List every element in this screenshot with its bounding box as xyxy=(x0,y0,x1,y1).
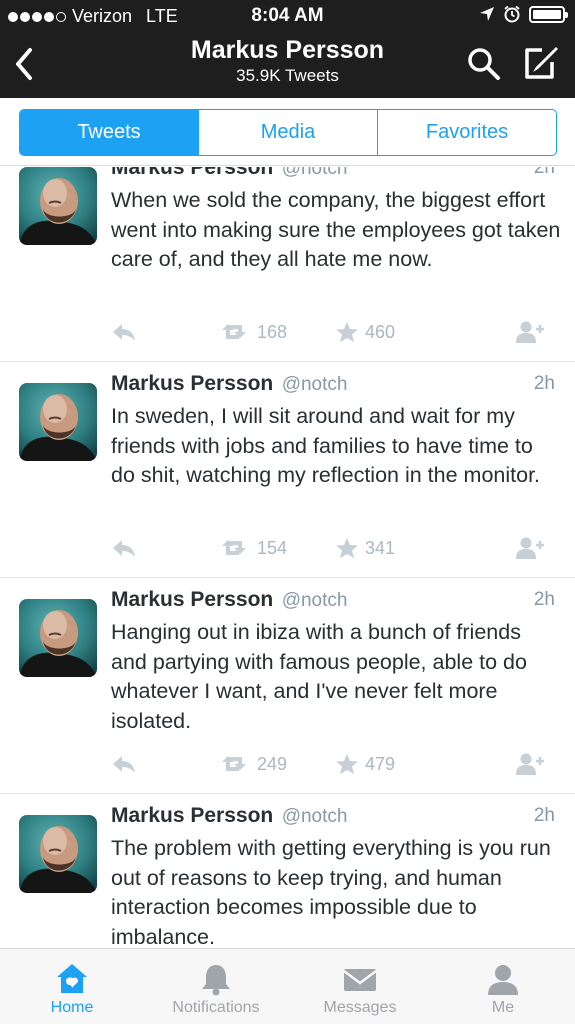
profile-tabs-bar: Tweets Media Favorites xyxy=(0,98,575,166)
tweet-timestamp: 2h xyxy=(533,589,555,610)
retweet-count: 154 xyxy=(257,537,288,558)
tweet-actions: 154 341 xyxy=(111,534,551,562)
follow-button[interactable] xyxy=(515,318,545,346)
tweet-header: Markus Persson @notch 2h xyxy=(111,804,555,832)
envelope-icon xyxy=(343,969,377,991)
tab-me[interactable]: Me xyxy=(463,949,543,1024)
author-handle: @notch xyxy=(281,374,348,395)
tab-tweets[interactable]: Tweets xyxy=(20,110,199,155)
favorite-count: 341 xyxy=(365,537,396,558)
status-bar: Verizon LTE 8:04 AM xyxy=(0,0,575,32)
author-name[interactable]: Markus Persson xyxy=(111,588,273,611)
retweet-icon xyxy=(222,756,246,771)
favorite-button[interactable]: 460 xyxy=(335,318,395,346)
bell-icon xyxy=(202,965,230,996)
favorite-count: 479 xyxy=(365,753,396,774)
tweet-header: Markus Persson @notch 2h xyxy=(111,372,555,400)
search-icon[interactable] xyxy=(466,46,502,82)
favorite-button[interactable]: 479 xyxy=(335,750,395,778)
author-handle: @notch xyxy=(281,590,348,611)
avatar[interactable] xyxy=(19,815,97,893)
author-name[interactable]: Markus Persson xyxy=(111,804,273,827)
tab-favorites-label: Favorites xyxy=(425,121,509,143)
tab-messages-label: Messages xyxy=(323,999,397,1016)
favorite-count: 460 xyxy=(365,321,396,342)
retweet-button[interactable]: 249 xyxy=(221,750,287,778)
reply-icon xyxy=(113,540,135,557)
author-handle: @notch xyxy=(281,806,348,827)
tweet-item[interactable]: Markus Persson @notch 2h When we sold th… xyxy=(0,167,575,362)
star-icon xyxy=(336,754,358,774)
add-user-icon xyxy=(516,753,544,775)
follow-button[interactable] xyxy=(515,534,545,562)
retweet-icon xyxy=(222,324,246,339)
follow-button[interactable] xyxy=(515,750,545,778)
navigation-header: Verizon LTE 8:04 AM Markus Persson 35.9K… xyxy=(0,0,575,98)
tab-messages[interactable]: Messages xyxy=(310,949,410,1024)
tab-notifications-label: Notifications xyxy=(172,999,260,1016)
retweet-button[interactable]: 154 xyxy=(221,534,287,562)
author-name[interactable]: Markus Persson xyxy=(111,167,273,179)
tweet-actions: 168 460 xyxy=(111,318,551,346)
reply-icon xyxy=(113,324,135,341)
avatar[interactable] xyxy=(19,167,97,245)
tweet-timestamp: 2h xyxy=(533,167,555,178)
tweet-header: Markus Persson @notch 2h xyxy=(111,167,555,184)
tab-notifications[interactable]: Notifications xyxy=(156,949,276,1024)
author-name[interactable]: Markus Persson xyxy=(111,372,273,395)
retweet-count: 249 xyxy=(257,753,288,774)
tab-media-label: Media xyxy=(260,121,316,143)
home-icon xyxy=(57,964,87,993)
status-indicators xyxy=(479,5,568,23)
retweet-button[interactable]: 168 xyxy=(221,318,287,346)
tweet-timeline[interactable]: Markus Persson @notch 2h When we sold th… xyxy=(0,167,575,948)
tweet-item[interactable]: Markus Persson @notch 2h In sweden, I wi… xyxy=(0,362,575,578)
tweet-text: The problem with getting everything is y… xyxy=(111,836,551,948)
tweet-item[interactable]: Markus Persson @notch 2h Hanging out in … xyxy=(0,578,575,794)
reply-button[interactable] xyxy=(111,750,137,778)
star-icon xyxy=(336,538,358,558)
bottom-tab-bar: Home Notifications Messages Me xyxy=(0,948,575,1024)
star-icon xyxy=(336,322,358,342)
tab-me-label: Me xyxy=(491,999,515,1016)
tweet-timestamp: 2h xyxy=(533,805,555,826)
avatar[interactable] xyxy=(19,599,97,677)
compose-tweet-icon[interactable] xyxy=(522,44,560,82)
tweet-text: When we sold the company, the biggest ef… xyxy=(111,188,561,272)
avatar[interactable] xyxy=(19,383,97,461)
tweet-item[interactable]: Markus Persson @notch 2h The problem wit… xyxy=(0,794,575,948)
person-icon xyxy=(488,965,518,995)
tweet-header: Markus Persson @notch 2h xyxy=(111,588,555,616)
tweet-text: Hanging out in ibiza with a bunch of fri… xyxy=(111,620,527,734)
tweet-timestamp: 2h xyxy=(533,373,555,394)
tab-home[interactable]: Home xyxy=(22,949,122,1024)
reply-button[interactable] xyxy=(111,318,137,346)
tab-tweets-label: Tweets xyxy=(77,121,141,143)
tweet-actions: 249 479 xyxy=(111,750,551,778)
reply-icon xyxy=(113,756,135,773)
retweet-count: 168 xyxy=(257,321,288,342)
location-arrow-icon xyxy=(480,7,494,21)
reply-button[interactable] xyxy=(111,534,137,562)
add-user-icon xyxy=(516,321,544,343)
favorite-button[interactable]: 341 xyxy=(335,534,395,562)
battery-icon xyxy=(529,5,568,23)
tab-home-label: Home xyxy=(50,999,94,1016)
tab-favorites[interactable]: Favorites xyxy=(378,110,556,155)
tweet-list: Markus Persson @notch 2h When we sold th… xyxy=(0,167,575,948)
alarm-clock-icon xyxy=(504,5,520,23)
retweet-icon xyxy=(222,540,246,555)
author-handle: @notch xyxy=(281,167,348,179)
tab-media[interactable]: Media xyxy=(199,110,378,155)
segmented-control: Tweets Media Favorites xyxy=(19,109,557,156)
add-user-icon xyxy=(516,537,544,559)
tweet-text: In sweden, I will sit around and wait fo… xyxy=(111,404,541,488)
